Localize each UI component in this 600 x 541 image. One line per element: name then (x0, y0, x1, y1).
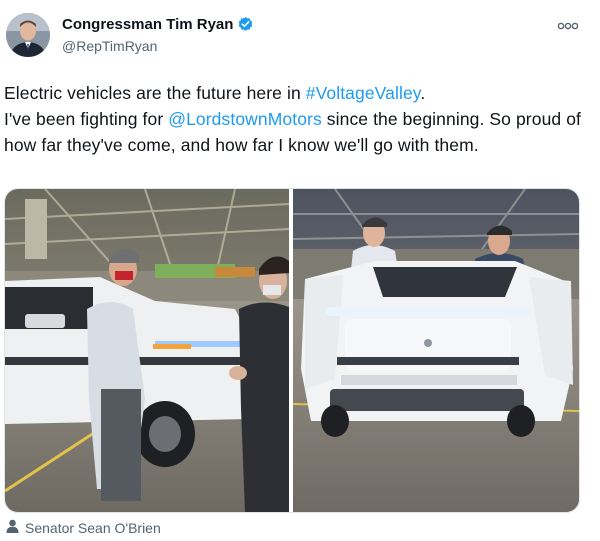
mention-link[interactable]: @LordstownMotors (168, 109, 322, 129)
hashtag-link[interactable]: #VoltageValley (306, 83, 421, 103)
tweet-text-segment: . (420, 83, 426, 103)
avatar[interactable] (6, 13, 50, 57)
tweet-media[interactable] (4, 188, 580, 513)
display-name[interactable]: Congressman Tim Ryan (62, 16, 254, 33)
tweet-line-2: I've been fighting for @LordstownMotors … (4, 106, 592, 158)
tweet-line-1: Electric vehicles are the future here in… (4, 80, 592, 106)
truck-photo-left (5, 189, 290, 512)
tweet-text: Electric vehicles are the future here in… (4, 80, 592, 158)
photo-tag-text: Senator Sean O'Brien (25, 519, 161, 536)
display-name-text: Congressman Tim Ryan (62, 16, 234, 33)
photo-tag[interactable]: Senator Sean O'Brien (6, 519, 161, 536)
person-icon (6, 519, 19, 536)
author-handle[interactable]: @RepTimRyan (62, 38, 157, 54)
more-options-icon[interactable] (557, 19, 579, 31)
verified-badge-icon (237, 16, 254, 33)
tweet-text-segment: I've been fighting for (4, 109, 169, 129)
truck-photo-right (292, 189, 579, 512)
tweet-text-segment: Electric vehicles are the future here in (4, 83, 306, 103)
